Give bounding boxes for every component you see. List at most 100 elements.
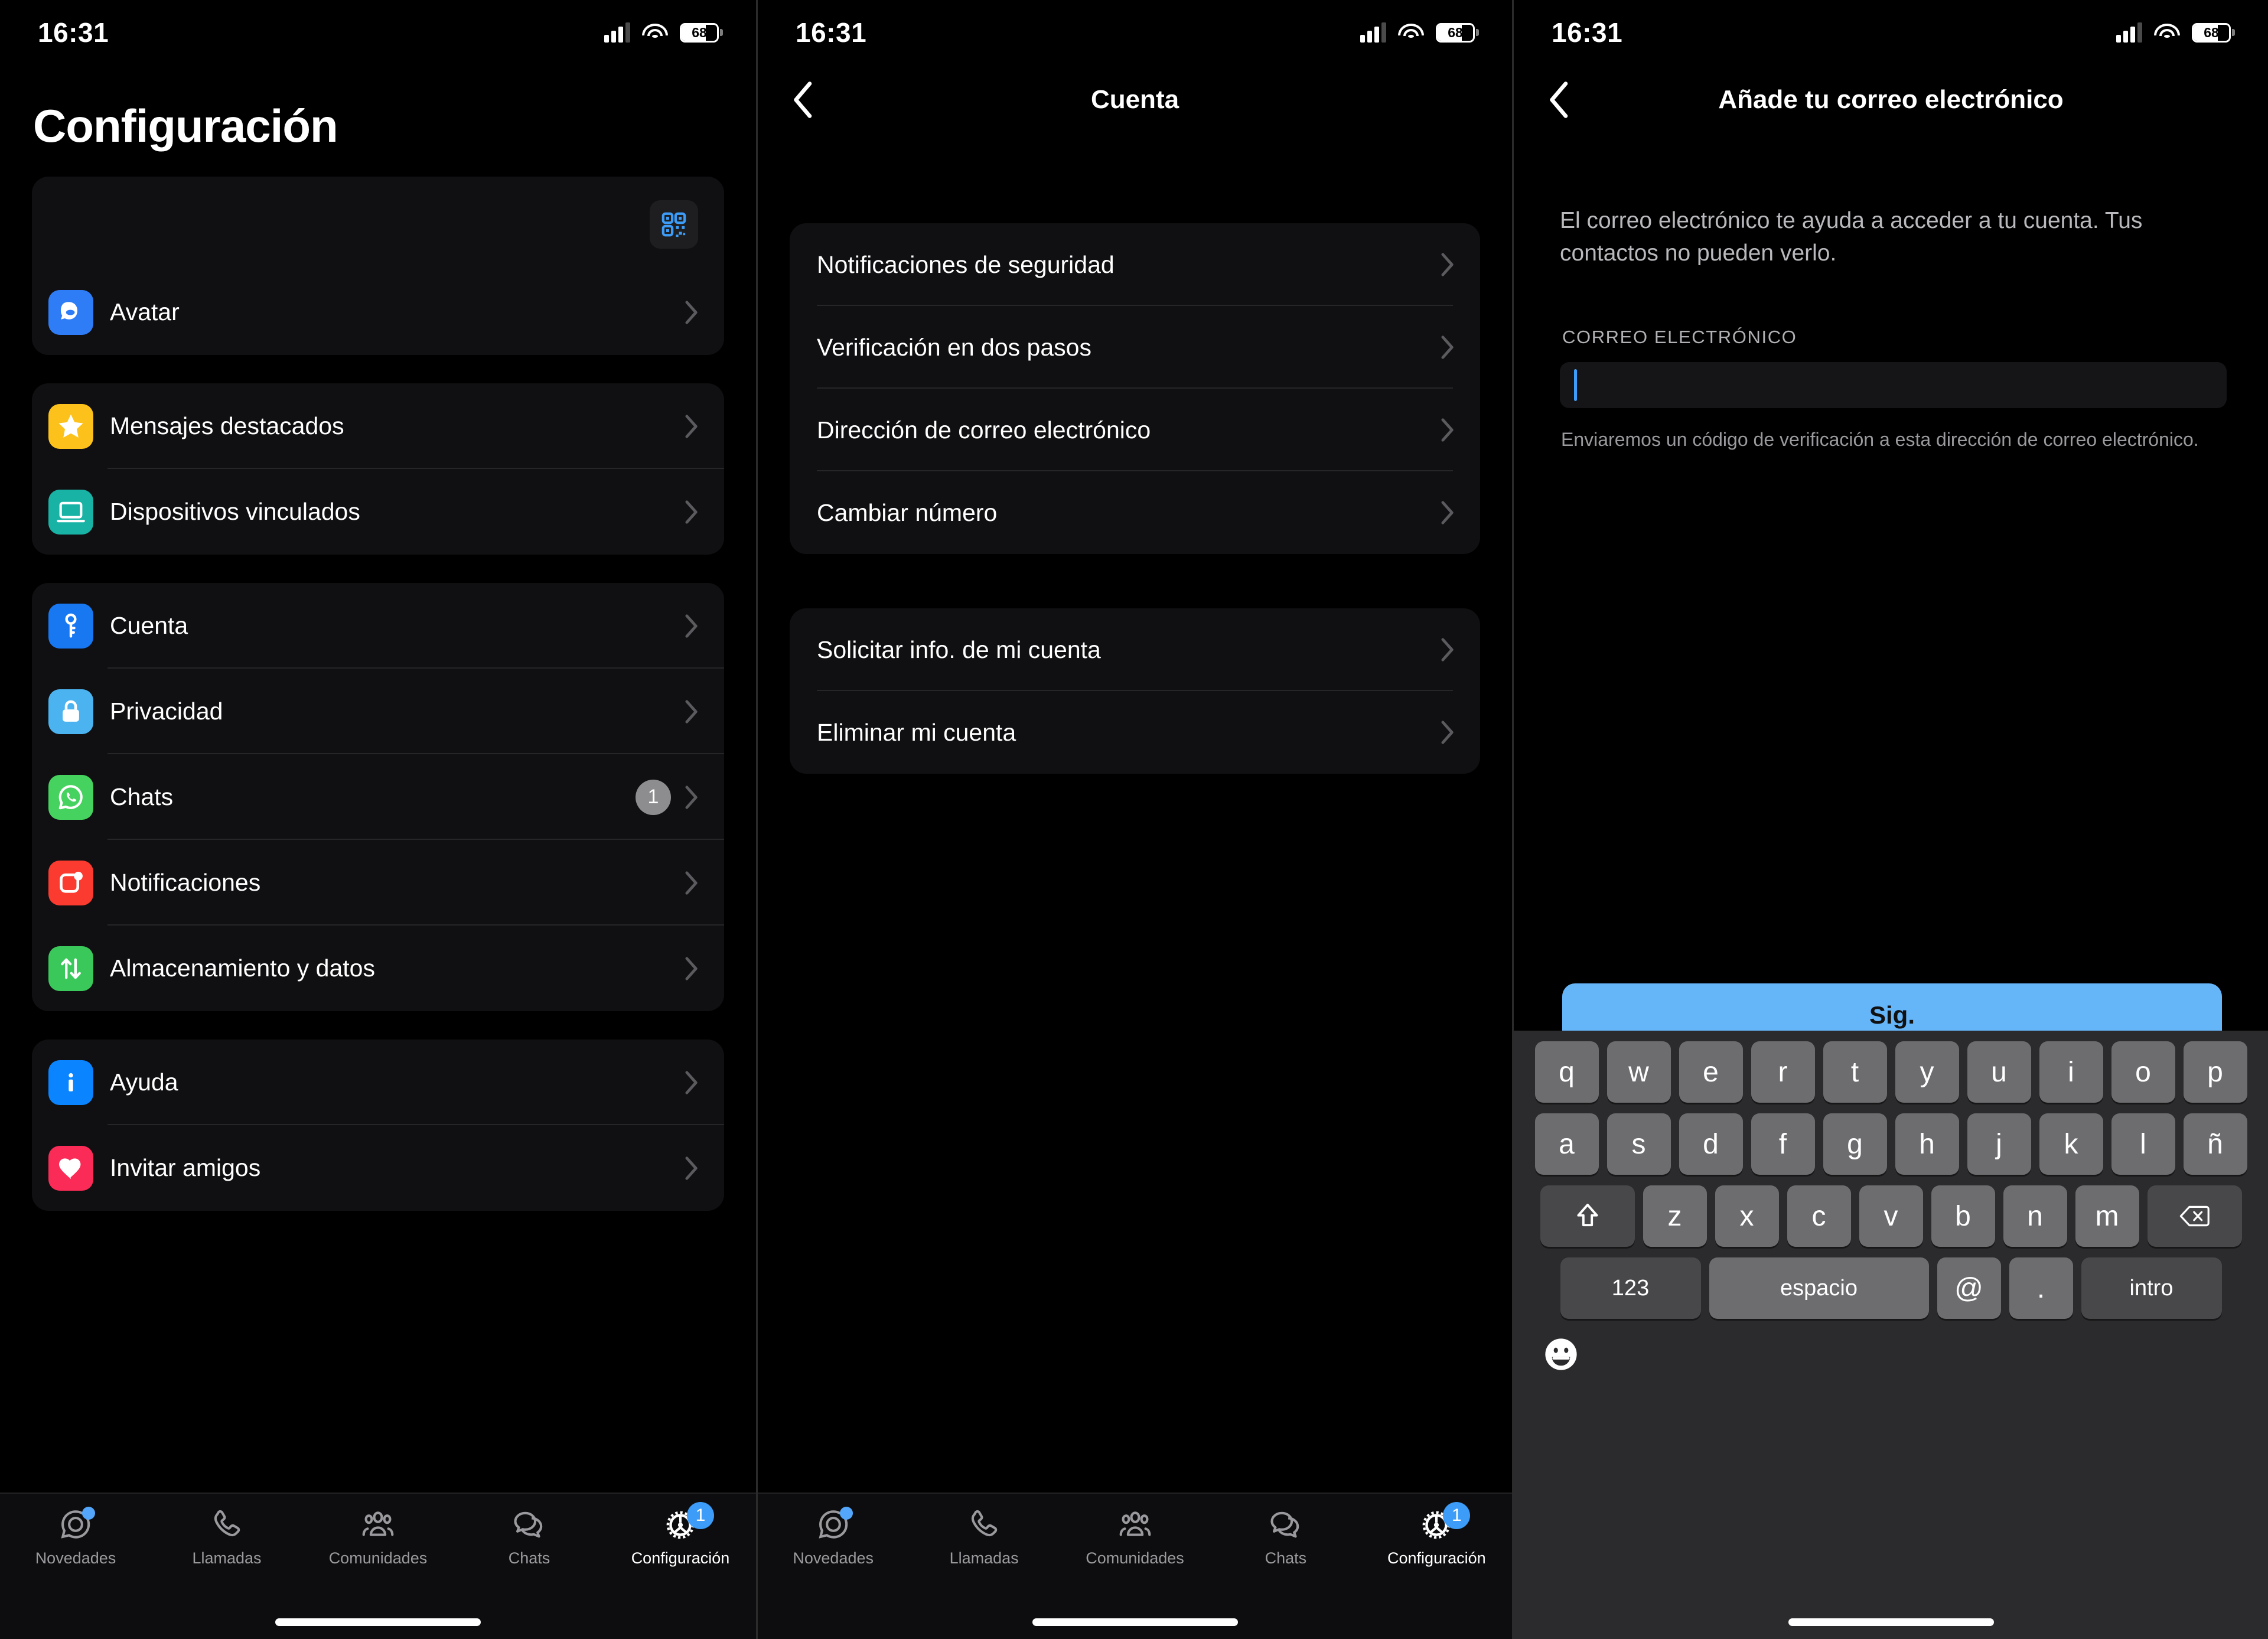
qr-code-button[interactable] [650,200,698,249]
account-row-email-address[interactable]: Dirección de correo electrónico [790,389,1480,471]
key-backspace[interactable] [2147,1185,2242,1247]
account-row-security-notifications[interactable]: Notificaciones de seguridad [790,223,1480,306]
chevron-right-icon [685,1156,698,1180]
nav-title: Añade tu correo electrónico [1718,85,2064,114]
battery-level: 68 [1448,24,1463,40]
chevron-right-icon [685,699,698,724]
settings-row-avatar[interactable]: Avatar [32,269,724,355]
key-d[interactable]: d [1679,1113,1743,1175]
key-t[interactable]: t [1823,1041,1887,1103]
chevron-left-icon [794,82,812,118]
settings-row-label: Notificaciones [110,869,261,896]
nav-title: Cuenta [1090,85,1179,114]
key-enye[interactable]: ñ [2183,1113,2247,1175]
key-space[interactable]: espacio [1709,1257,1929,1319]
key-shift[interactable] [1540,1185,1635,1247]
chevron-right-icon [685,956,698,980]
tab-label: Comunidades [328,1549,428,1567]
communities-icon [1117,1507,1153,1543]
info-icon [48,1060,93,1105]
key-p[interactable]: p [2183,1041,2247,1103]
status-bar-time: 16:31 [796,17,867,48]
settings-row-chats[interactable]: Chats 1 [32,754,724,840]
settings-row-linked-devices[interactable]: Dispositivos vinculados [32,469,724,555]
nav-bar: Añade tu correo electrónico [1514,65,2268,135]
key-o[interactable]: o [2111,1041,2175,1103]
key-numbers[interactable]: 123 [1560,1257,1701,1319]
key-l[interactable]: l [2111,1113,2175,1175]
settings-row-label: Avatar [110,298,180,325]
key-f[interactable]: f [1751,1113,1815,1175]
tab-novedades[interactable]: Novedades [758,1507,908,1568]
row-label: Cambiar número [817,498,998,526]
key-at[interactable]: @ [1937,1257,2001,1319]
settings-row-label: Chats [110,783,174,810]
key-k[interactable]: k [2039,1113,2103,1175]
settings-row-label: Ayuda [110,1068,178,1096]
tab-comunidades[interactable]: Comunidades [1060,1507,1210,1568]
email-input[interactable] [1560,361,2227,408]
key-r[interactable]: r [1751,1041,1815,1103]
tab-label: Configuración [1387,1549,1486,1567]
account-row-request-info[interactable]: Solicitar info. de mi cuenta [790,608,1480,691]
tab-novedades[interactable]: Novedades [0,1507,151,1568]
keyboard-row-2: a s d f g h j k l ñ [1514,1113,2268,1175]
tab-label: Novedades [35,1549,116,1567]
key-b[interactable]: b [1931,1185,1995,1247]
account-row-two-step[interactable]: Verificación en dos pasos [790,306,1480,389]
key-j[interactable]: j [1967,1113,2031,1175]
settings-count-badge: 1 [1443,1502,1471,1529]
key-x[interactable]: x [1715,1185,1779,1247]
battery-icon: 68 [1436,22,1479,43]
key-e[interactable]: e [1679,1041,1743,1103]
key-q[interactable]: q [1534,1041,1599,1103]
key-emoji[interactable] [1541,1334,1581,1374]
chevron-right-icon [685,300,698,324]
key-m[interactable]: m [2075,1185,2139,1247]
tab-configuracion[interactable]: 1 Configuración [1361,1502,1512,1568]
settings-row-label: Privacidad [110,698,223,725]
account-row-change-number[interactable]: Cambiar número [790,471,1480,554]
back-button[interactable] [786,79,819,120]
key-w[interactable]: w [1606,1041,1671,1103]
emoji-icon [1545,1338,1577,1370]
settings-row-privacy[interactable]: Privacidad [32,669,724,754]
key-enter[interactable]: intro [2081,1257,2222,1319]
key-v[interactable]: v [1859,1185,1923,1247]
back-button[interactable] [1542,79,1575,120]
tab-llamadas[interactable]: Llamadas [908,1507,1059,1568]
key-u[interactable]: u [1967,1041,2031,1103]
status-bar-indicators: 68 [1360,22,1479,43]
tab-llamadas[interactable]: Llamadas [151,1507,302,1568]
settings-row-invite[interactable]: Invitar amigos [32,1125,724,1211]
settings-row-notifications[interactable]: Notificaciones [32,840,724,926]
key-a[interactable]: a [1534,1113,1599,1175]
key-g[interactable]: g [1823,1113,1887,1175]
battery-level: 68 [692,24,707,40]
key-i[interactable]: i [2039,1041,2103,1103]
tab-chats[interactable]: Chats [454,1507,605,1568]
key-s[interactable]: s [1606,1113,1671,1175]
phone-icon [966,1507,1002,1543]
updates-dot-badge [839,1507,853,1520]
settings-row-help[interactable]: Ayuda [32,1040,724,1125]
key-z[interactable]: z [1643,1185,1707,1247]
backspace-icon [2179,1205,2210,1227]
key-h[interactable]: h [1895,1113,1959,1175]
tab-configuracion[interactable]: 1 Configuración [605,1502,756,1568]
chevron-right-icon [1441,501,1454,524]
chevron-right-icon [685,414,698,438]
settings-row-account[interactable]: Cuenta [32,583,724,669]
settings-row-starred[interactable]: Mensajes destacados [32,383,724,469]
key-n[interactable]: n [2003,1185,2067,1247]
key-period[interactable]: . [2009,1257,2073,1319]
tab-comunidades[interactable]: Comunidades [302,1507,454,1568]
communities-icon [360,1507,396,1543]
account-row-delete-account[interactable]: Eliminar mi cuenta [790,691,1480,774]
key-c[interactable]: c [1787,1185,1851,1247]
email-helper-text: Enviaremos un código de verificación a e… [1561,428,2199,450]
settings-row-storage[interactable]: Almacenamiento y datos [32,926,724,1011]
tab-chats[interactable]: Chats [1210,1507,1361,1568]
group-avatar: Avatar [32,269,724,355]
key-y[interactable]: y [1895,1041,1959,1103]
